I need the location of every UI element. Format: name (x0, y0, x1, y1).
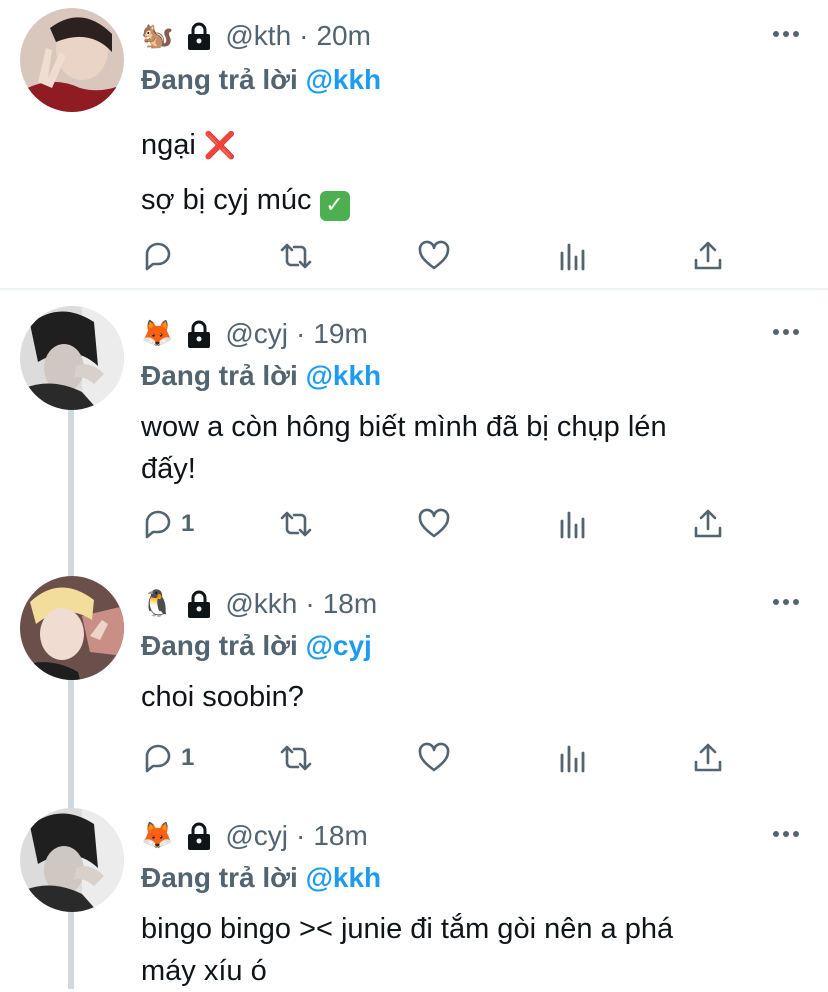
more-options-icon[interactable] (772, 830, 800, 838)
reply-count: 1 (181, 510, 195, 537)
tweet-text: wow a còn hông biết mình đã bị chụp lén … (141, 406, 801, 490)
fox-icon: 🦊 (141, 821, 174, 851)
share-icon (694, 509, 722, 538)
separator-dot: · (299, 20, 309, 51)
reply-icon (145, 510, 171, 539)
avatar[interactable] (20, 808, 124, 912)
reply-mention-link[interactable]: @cyj (306, 630, 372, 661)
timestamp[interactable]: 20m (316, 20, 370, 52)
reply-prefix: Đang trả lời (141, 64, 298, 95)
analytics-icon (560, 745, 585, 773)
check-mark-icon: ✓ (319, 191, 350, 221)
penguin-icon: 🐧 (141, 589, 174, 619)
share-button[interactable] (691, 238, 725, 274)
retweet-icon (280, 243, 312, 269)
tweet-line: ngại (141, 129, 196, 161)
lock-icon (187, 319, 211, 349)
tweet[interactable]: 🐿️ @kth · 20m Đang trả lời @kkh ngại ❌ sợ… (0, 0, 828, 288)
fox-icon: 🦊 (141, 319, 174, 349)
tweet-header: 🦊 @cyj · 18m (141, 818, 368, 854)
tweet[interactable]: 🐧 @kkh · 18m Đang trả lời @cyj choi soob… (0, 570, 828, 804)
tweet-text: bingo bingo >< junie đi tắm gòi nên a ph… (141, 908, 801, 992)
tweet[interactable]: 🦊 @cyj · 18m Đang trả lời @kkh bingo bin… (0, 804, 828, 989)
reply-mention-link[interactable]: @kkh (306, 64, 382, 95)
more-options-icon[interactable] (772, 598, 800, 606)
analytics-icon (560, 243, 585, 271)
user-handle[interactable]: @kth (225, 20, 291, 52)
user-handle[interactable]: @cyj (225, 318, 288, 350)
tweet-header: 🦊 @cyj · 19m (141, 316, 368, 352)
analytics-button[interactable] (555, 238, 589, 274)
reply-prefix: Đang trả lời (141, 630, 298, 661)
more-options-icon[interactable] (772, 328, 800, 336)
replying-to: Đang trả lời @kkh (141, 862, 381, 894)
tweet-actions (141, 238, 741, 274)
tweet-header: 🐿️ @kth · 20m (141, 18, 371, 54)
avatar[interactable] (20, 576, 124, 680)
separator-dot: · (305, 588, 315, 619)
like-button[interactable] (417, 740, 451, 776)
reply-button[interactable]: 1 (141, 740, 194, 776)
separator-dot: · (296, 318, 306, 349)
reply-mention-link[interactable]: @kkh (306, 862, 382, 893)
retweet-button[interactable] (279, 238, 313, 274)
tweet-line: đấy! (141, 453, 196, 485)
heart-icon (418, 240, 450, 270)
reply-icon (145, 242, 171, 271)
tweet-line: choi soobin? (141, 681, 304, 713)
timestamp[interactable]: 19m (313, 318, 367, 350)
share-icon (694, 743, 722, 772)
user-handle[interactable]: @cyj (225, 820, 288, 852)
tweet-line: bingo bingo >< junie đi tắm gòi nên a ph… (141, 913, 674, 945)
tweet-line: sợ bị cyj múc (141, 184, 312, 216)
lock-icon (187, 821, 211, 851)
cross-mark-icon: ❌ (203, 131, 237, 161)
like-button[interactable] (417, 506, 451, 542)
reply-icon (145, 744, 171, 773)
replying-to: Đang trả lời @kkh (141, 64, 381, 96)
analytics-icon (560, 511, 585, 539)
retweet-button[interactable] (279, 506, 313, 542)
share-icon (694, 241, 722, 270)
like-button[interactable] (417, 238, 451, 274)
retweet-icon (280, 511, 312, 537)
tweet-actions: 1 (141, 740, 741, 776)
tweet-actions: 1 (141, 506, 741, 542)
replying-to: Đang trả lời @kkh (141, 360, 381, 392)
squirrel-icon: 🐿️ (141, 21, 174, 51)
heart-icon (418, 742, 450, 772)
reply-mention-link[interactable]: @kkh (306, 360, 382, 391)
tweet-text: ngại ❌ sợ bị cyj múc ✓ (141, 118, 801, 227)
timestamp[interactable]: 18m (323, 588, 377, 620)
share-button[interactable] (691, 740, 725, 776)
retweet-icon (280, 745, 312, 771)
separator-dot: · (296, 820, 306, 851)
tweet-text: choi soobin? (141, 676, 801, 718)
user-handle[interactable]: @kkh (225, 588, 297, 620)
reply-prefix: Đang trả lời (141, 360, 298, 391)
tweet[interactable]: 🦊 @cyj · 19m Đang trả lời @kkh wow a còn… (0, 290, 828, 570)
reply-button[interactable] (141, 238, 181, 274)
reply-count: 1 (181, 744, 195, 771)
analytics-button[interactable] (555, 506, 589, 542)
share-button[interactable] (691, 506, 725, 542)
heart-icon (418, 508, 450, 538)
reply-button[interactable]: 1 (141, 506, 194, 542)
retweet-button[interactable] (279, 740, 313, 776)
reply-prefix: Đang trả lời (141, 862, 298, 893)
timestamp[interactable]: 18m (313, 820, 367, 852)
avatar[interactable] (20, 306, 124, 410)
tweet-line: máy xíu ó (141, 955, 267, 987)
lock-icon (187, 589, 211, 619)
replying-to: Đang trả lời @cyj (141, 630, 372, 662)
analytics-button[interactable] (555, 740, 589, 776)
tweet-line: wow a còn hông biết mình đã bị chụp lén (141, 411, 667, 443)
lock-icon (187, 21, 211, 51)
avatar[interactable] (20, 8, 124, 112)
more-options-icon[interactable] (772, 30, 800, 38)
tweet-header: 🐧 @kkh · 18m (141, 586, 377, 622)
